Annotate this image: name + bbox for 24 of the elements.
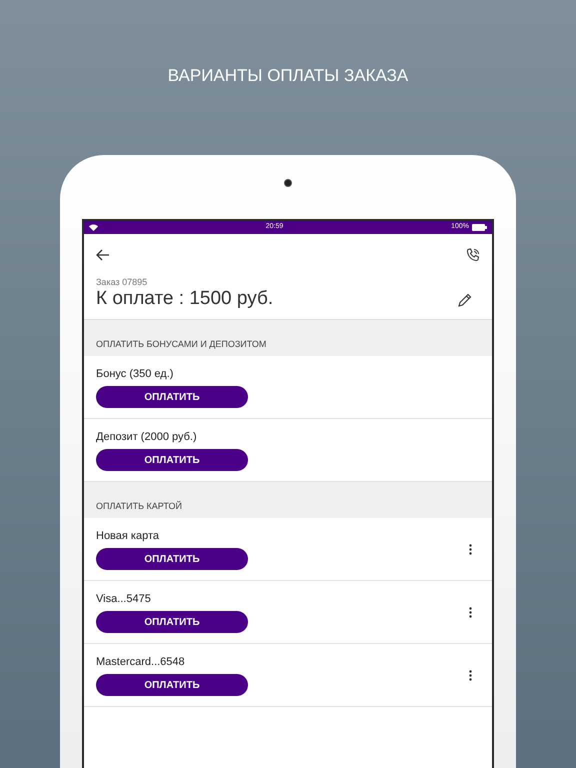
option-label: Депозит (2000 руб.) [96,431,198,444]
phone-icon[interactable] [466,248,480,262]
pay-button[interactable]: ОПЛАТИТЬ [96,449,248,471]
more-menu-icon[interactable] [469,606,472,618]
more-menu-icon[interactable] [469,670,472,680]
camera-icon [284,179,292,187]
amount-due: К оплате : 1500 руб. [96,288,274,310]
option-label: Mastercard...6548 [96,656,186,669]
pay-button[interactable]: ОПЛАТИТЬ [96,386,248,408]
page-heading: ВАРИАНТЫ ОПЛАТЫ ЗАКАЗА [168,66,408,86]
option-label: Бонус (350 ед.) [96,368,174,381]
pencil-icon[interactable] [458,293,472,307]
pay-button[interactable]: ОПЛАТИТЬ [96,611,248,633]
section-title: ОПЛАТИТЬ КАРТОЙ [96,500,182,512]
battery-icon [472,224,487,231]
pay-button[interactable]: ОПЛАТИТЬ [96,548,248,570]
option-label: Visa...5475 [96,593,152,606]
more-menu-icon[interactable] [469,544,472,554]
order-number: Заказ 07895 [96,276,148,288]
back-arrow-icon[interactable] [96,249,110,261]
pay-button[interactable]: ОПЛАТИТЬ [96,674,248,696]
section-title: ОПЛАТИТЬ БОНУСАМИ И ДЕПОЗИТОМ [96,338,266,351]
option-label: Новая карта [96,530,160,543]
wifi-icon [89,224,98,231]
